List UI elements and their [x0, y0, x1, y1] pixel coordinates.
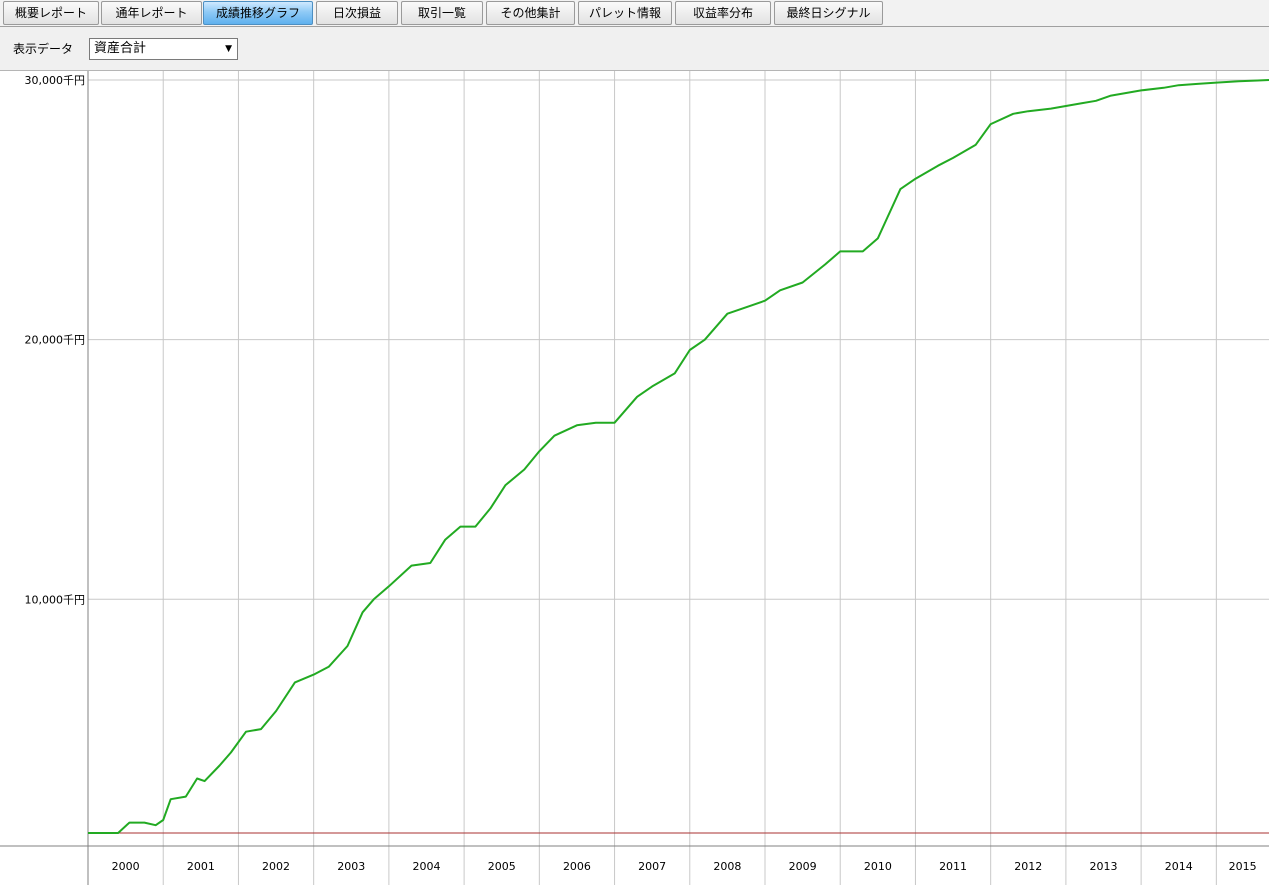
display-data-select[interactable]: 資産合計 ▼ — [89, 38, 238, 60]
x-tick-label: 2015 — [1229, 860, 1257, 873]
chart-grid — [88, 71, 1269, 885]
x-tick-label: 2002 — [262, 860, 290, 873]
x-tick-label: 2014 — [1165, 860, 1193, 873]
display-data-label: 表示データ — [13, 42, 74, 56]
y-tick-label: 30,000千円 — [25, 74, 86, 87]
x-tick-label: 2007 — [638, 860, 666, 873]
chart-axes — [0, 71, 1269, 885]
chevron-down-icon: ▼ — [225, 44, 232, 54]
tab-1[interactable]: 通年レポート — [101, 1, 202, 25]
tab-6[interactable]: パレット情報 — [578, 1, 672, 25]
x-tick-label: 2005 — [488, 860, 516, 873]
series-line — [88, 79, 1269, 834]
y-tick-label: 20,000千円 — [25, 334, 86, 347]
tab-0[interactable]: 概要レポート — [3, 1, 99, 25]
tab-7[interactable]: 収益率分布 — [675, 1, 771, 25]
x-tick-label: 2013 — [1090, 860, 1118, 873]
x-tick-label: 2008 — [713, 860, 741, 873]
x-tick-label: 2004 — [413, 860, 441, 873]
line-chart: 30,000千円20,000千円10,000千円 2000 2001 2002 200… — [0, 71, 1269, 885]
tab-8[interactable]: 最終日シグナル — [774, 1, 883, 25]
x-tick-labels: 2000 2001 2002 2003 2004 2005 2006 2007 2008 2009… — [112, 860, 1257, 873]
x-tick-label: 2011 — [939, 860, 967, 873]
x-tick-label: 2000 — [112, 860, 140, 873]
tab-bar: 概要レポート 通年レポート 成績推移グラフ 日次損益 取引一覧 その他集計 パレット情報 収益… — [0, 0, 1269, 27]
y-tick-label: 10,000千円 — [25, 593, 86, 606]
x-tick-label: 2009 — [789, 860, 817, 873]
x-tick-label: 2006 — [563, 860, 591, 873]
tab-5[interactable]: その他集計 — [486, 1, 575, 25]
series-layer — [88, 79, 1269, 834]
x-tick-label: 2010 — [864, 860, 892, 873]
tab-3[interactable]: 日次損益 — [316, 1, 398, 25]
tab-2[interactable]: 成績推移グラフ — [203, 1, 313, 25]
x-tick-label: 2001 — [187, 860, 215, 873]
display-data-value: 資産合計 — [94, 41, 147, 56]
x-tick-label: 2012 — [1014, 860, 1042, 873]
tab-4[interactable]: 取引一覧 — [401, 1, 483, 25]
x-tick-label: 2003 — [337, 860, 365, 873]
toolbar: 表示データ 資産合計 ▼ — [0, 27, 1269, 71]
y-tick-labels: 30,000千円 20,000千円 10,000千円 — [25, 74, 86, 606]
